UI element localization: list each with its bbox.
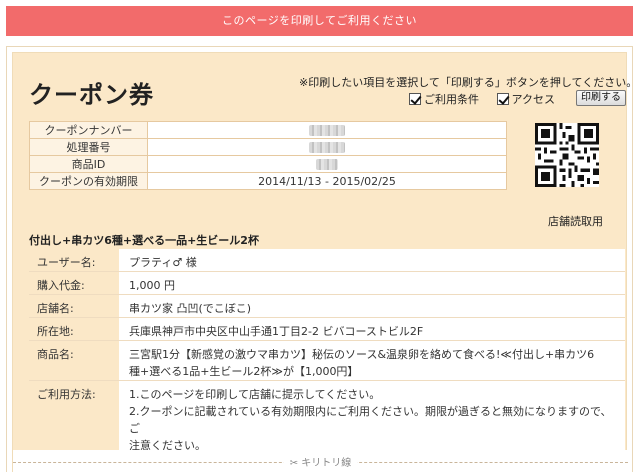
table-row: 所在地: 兵庫県神戸市中央区中山手通1丁目2-2 ビバコーストビル2F: [29, 317, 625, 341]
detail-line: 串カツ家 凸凹(でこぼこ): [129, 302, 252, 315]
price-label: 購入代金:: [29, 271, 119, 295]
checkbox-usage-conditions[interactable]: [409, 93, 421, 105]
detail-line: 1.このページを印刷して店舗に提示してください。: [129, 388, 381, 401]
table-row: 商品名: 三宮駅1分【新感覚の激ウマ串カツ】秘伝のソース&温泉卵を絡めて食べる!…: [29, 340, 625, 381]
process-number-value: [147, 138, 507, 156]
coupon-title: クーポン券: [29, 81, 154, 109]
table-row: クーポンの有効期限 2014/11/13 - 2015/02/25: [29, 172, 507, 190]
product-id-label: 商品ID: [29, 155, 148, 173]
process-number-label: 処理番号: [29, 138, 148, 156]
checkbox-access[interactable]: [496, 93, 509, 105]
table-row: ユーザー名: プラティ♂ 様: [29, 249, 625, 272]
expiry-label: クーポンの有効期限: [29, 172, 148, 190]
store-name-label: 店舗名:: [29, 294, 119, 318]
address-value: 兵庫県神戸市中央区中山手通1丁目2-2 ビバコーストビル2F: [119, 317, 625, 341]
qr-caption: 店舗読取用: [548, 215, 603, 228]
table-row: 商品ID: [29, 155, 507, 173]
option-usage-conditions-label: ご利用条件: [424, 93, 479, 106]
username-value: プラティ♂ 様: [119, 249, 625, 272]
print-button[interactable]: 印刷する: [576, 90, 626, 106]
detail-line: 1,000 円: [129, 279, 175, 292]
print-instruction-banner: このページを印刷してご利用ください: [6, 6, 633, 36]
redacted-value: [316, 159, 338, 170]
scissors-icon: ✂: [289, 458, 299, 469]
cut-line: ✂ キリトリ線: [13, 456, 628, 470]
print-note: ※印刷したい項目を選択して「印刷する」ボタンを押してください。: [299, 76, 638, 89]
table-row: 処理番号: [29, 138, 507, 156]
table-row: ご利用方法: 1.このページを印刷して店舗に提示してください。 2.クーポンに記…: [29, 380, 625, 455]
usage-method-value: 1.このページを印刷して店舗に提示してください。 2.クーポンに記載されている有…: [119, 380, 625, 455]
qr-code-icon: [535, 123, 599, 187]
coupon-detail-table: ユーザー名: プラティ♂ 様 購入代金: 1,000 円 店舗名: 串カツ家 凸…: [29, 249, 625, 455]
product-title: 付出し+串カツ6種+選べる一品+生ビール2杯: [29, 234, 259, 247]
option-usage-conditions[interactable]: ご利用条件: [409, 91, 479, 107]
coupon-number-label: クーポンナンバー: [29, 121, 148, 139]
redacted-value: [309, 125, 345, 136]
coupon-info-table: クーポンナンバー 処理番号 商品ID クーポンの有効期限 2014/11/13 …: [29, 121, 507, 190]
username-label: ユーザー名:: [29, 249, 119, 272]
detail-line: 種+選べる1品+生ビール2杯≫が【1,000円】: [129, 365, 359, 378]
detail-line: 三宮駅1分【新感覚の激ウマ串カツ】秘伝のソース&温泉卵を絡めて食べる!≪付出し+…: [129, 348, 595, 361]
table-row: 店舗名: 串カツ家 凸凹(でこぼこ): [29, 294, 625, 318]
option-access-label: アクセス: [511, 93, 555, 106]
detail-line: 兵庫県神戸市中央区中山手通1丁目2-2 ビバコーストビル2F: [129, 325, 424, 338]
option-access[interactable]: アクセス: [496, 91, 555, 107]
product-name-value: 三宮駅1分【新感覚の激ウマ串カツ】秘伝のソース&温泉卵を絡めて食べる!≪付出し+…: [119, 340, 625, 381]
product-name-label: 商品名:: [29, 340, 119, 381]
product-id-value: [147, 155, 507, 173]
expiry-value: 2014/11/13 - 2015/02/25: [147, 172, 507, 190]
redacted-value: [309, 142, 345, 153]
coupon-panel: クーポン券 ※印刷したい項目を選択して「印刷する」ボタンを押してください。 ご利…: [6, 46, 637, 472]
price-value: 1,000 円: [119, 271, 625, 295]
table-row: クーポンナンバー: [29, 121, 507, 139]
cut-line-text: キリトリ線: [301, 458, 352, 469]
store-name-value: 串カツ家 凸凹(でこぼこ): [119, 294, 625, 318]
coupon-number-value: [147, 121, 507, 139]
coupon-card: クーポン券 ※印刷したい項目を選択して「印刷する」ボタンを押してください。 ご利…: [12, 52, 637, 472]
usage-method-label: ご利用方法:: [29, 380, 119, 455]
table-row: 購入代金: 1,000 円: [29, 271, 625, 295]
address-label: 所在地:: [29, 317, 119, 341]
detail-line: 2.クーポンに記載されている有効期限内にご利用ください。期限が過ぎると無効になり…: [129, 405, 612, 435]
print-options: ご利用条件 アクセス: [409, 91, 569, 107]
cut-line-label: ✂ キリトリ線: [283, 458, 358, 470]
detail-line: プラティ♂ 様: [129, 256, 197, 269]
